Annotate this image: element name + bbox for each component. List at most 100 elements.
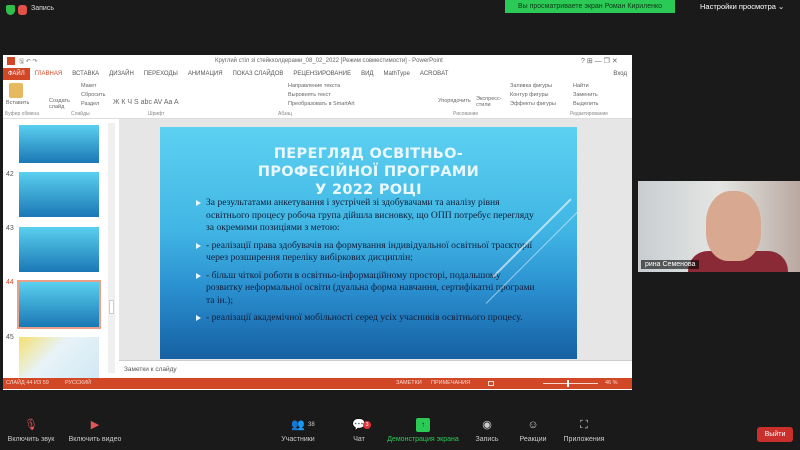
participants-count: 38 [308,422,315,428]
reactions-button[interactable]: ☺ Реакции [517,410,549,450]
tab-insert[interactable]: ВСТАВКА [67,68,104,80]
tab-review[interactable]: РЕЦЕНЗИРОВАНИЕ [288,68,356,80]
record-button[interactable]: ◉ Запись [472,410,502,450]
paste-button[interactable]: Вставить [6,100,29,106]
thumbnails-scrollbar[interactable] [108,123,115,373]
view-options-button[interactable]: Настройки просмотра ⌄ [700,2,784,11]
share-screen-icon: ↑ [416,418,430,432]
smartart-button[interactable]: Преобразовать в SmartArt [288,101,355,107]
group-editing: Редактирование [570,111,609,117]
group-clipboard: Буфер обмена [5,111,39,117]
shape-effects-button[interactable]: Эффекты фигуры [510,101,556,107]
notes-button[interactable]: ЗАМЕТКИ [396,378,422,389]
share-screen-label: Демонстрация экрана [387,436,459,443]
scrollbar-thumb[interactable] [109,300,114,314]
slide-thumbnail[interactable] [19,227,99,272]
tab-mathtype[interactable]: MathType [378,68,414,80]
group-drawing: Рисование [453,111,479,117]
bullet-item: За результатами анкетування і зустрічей … [196,197,538,235]
arrange-button[interactable]: Упорядочить [438,98,471,104]
powerpoint-icon [7,57,15,65]
zoom-top-bar: Запись Вы просматриваете экран Роман Кир… [0,0,800,20]
tab-transitions[interactable]: ПЕРЕХОДЫ [139,68,183,80]
tab-animation[interactable]: АНИМАЦИЯ [183,68,228,80]
text-direction-button[interactable]: Направление текста [288,83,340,89]
shape-fill-button[interactable]: Заливка фигуры [510,83,552,89]
leave-button[interactable]: Выйти [757,427,793,442]
replace-button[interactable]: Заменить [573,92,598,98]
tab-file[interactable]: ФАЙЛ [3,68,30,80]
tab-slideshow[interactable]: ПОКАЗ СЛАЙДОВ [228,68,289,80]
paste-icon[interactable] [9,83,23,98]
group-font: Шрифт [148,111,165,117]
tab-view[interactable]: ВИД [356,68,378,80]
zoom-meeting-toolbar: 🎙 Включить звук ▶ Включить видео 👥 Участник… [0,410,800,450]
share-screen-button[interactable]: ↑ Демонстрация экрана [385,410,461,450]
select-button[interactable]: Выделить [573,101,598,107]
group-paragraph: Абзац [278,111,293,117]
slide-number: 44 [6,279,14,286]
record-icon: ◉ [482,419,492,431]
participants-label: Участники [281,436,315,443]
share-banner: Вы просматриваете экран Роман Кириленко [505,0,675,13]
participants-button[interactable]: 👥 Участники [278,410,318,450]
bullet-item: - реалізації права здобувачів на формува… [196,240,538,265]
tab-design[interactable]: ДИЗАЙН [104,68,139,80]
reset-button[interactable]: Сбросить [81,92,105,98]
quick-access-toolbar[interactable]: 🖫 ↶ ↷ [19,57,38,67]
quick-styles-button[interactable]: Экспресс-стили [476,96,502,108]
chat-label: Чат [353,436,365,443]
record-label: Запись [475,436,499,443]
current-slide[interactable]: ПЕРЕГЛЯД ОСВІТНЬО-ПРОФЕСІЙНОЇ ПРОГРАМИ У… [160,127,577,359]
zoom-slider-thumb[interactable] [567,380,569,387]
participant-video [706,191,761,261]
start-video-label: Включить видео [68,436,122,443]
align-text-button[interactable]: Выровнять текст [288,92,331,98]
status-bar: СЛАЙД 44 ИЗ 59 РУССКИЙ ЗАМЕТКИ ПРИМЕЧАНИ… [3,378,632,389]
recording-label: Запись [31,5,54,12]
slide-thumbnail[interactable] [19,125,99,163]
slide-bullets: За результатами анкетування і зустрічей … [196,197,538,330]
slide-thumbnail[interactable] [19,337,99,382]
slide-thumbnail[interactable] [19,172,99,217]
sign-in-link[interactable]: Вход [608,68,632,80]
new-slide-button[interactable]: Создать слайд [49,98,71,110]
shape-outline-button[interactable]: Контур фигуры [510,92,548,98]
tab-home[interactable]: ГЛАВНАЯ [30,68,68,80]
slide-thumbnails-panel: 42 43 44 45 [3,119,118,382]
window-controls[interactable]: ? ⊞ — ❐ ✕ [581,57,618,65]
comments-button[interactable]: ПРИМЕЧАНИЯ [431,378,470,389]
normal-view-icon[interactable] [488,381,494,386]
font-format-buttons[interactable]: Ж К Ч S abc AV Aa A [113,99,179,106]
muted-microphone-icon: 🎙 [24,419,38,431]
ribbon: Вставить Создать слайд Макет Сбросить Ра… [3,80,632,119]
apps-icon: ⛶ [580,419,588,431]
apps-button[interactable]: ⛶ Приложения [560,410,608,450]
participants-icon: 👥 [291,419,305,431]
slide-thumbnail-selected[interactable] [17,280,101,329]
slide-counter: СЛАЙД 44 ИЗ 59 [6,380,49,386]
zoom-level[interactable]: 46 % [605,378,618,389]
ribbon-tabs: ФАЙЛ ГЛАВНАЯ ВСТАВКА ДИЗАЙН ПЕРЕХОДЫ АНИ… [3,68,632,80]
reactions-icon: ☺ [527,419,539,431]
participant-video-tile[interactable]: рина Семенова [638,181,800,272]
chat-button[interactable]: 💬 Чат [347,410,371,450]
notes-pane[interactable]: Заметки к слайду [119,360,632,378]
layout-button[interactable]: Макет [81,83,97,89]
zoom-slider[interactable] [543,383,598,384]
video-off-icon: ▶ [90,419,100,431]
section-button[interactable]: Раздел [81,101,99,107]
find-button[interactable]: Найти [573,83,589,89]
tab-acrobat[interactable]: ACROBAT [415,68,454,80]
group-slides: Слайды [71,111,90,117]
bullet-item: - реалізації академічної мобільності сер… [196,312,538,325]
language-indicator[interactable]: РУССКИЙ [65,378,91,389]
participant-name: рина Семенова [641,260,700,269]
shield-icon[interactable] [6,5,15,15]
start-video-button[interactable]: ▶ Включить видео [64,410,126,450]
slide-number: 45 [6,334,14,341]
window-title: Круглий стіл зі стейкхолдерами_08_02_202… [215,58,443,64]
apps-label: Приложения [563,436,605,443]
recording-icon [18,5,27,15]
unmute-button[interactable]: 🎙 Включить звук [5,410,57,450]
